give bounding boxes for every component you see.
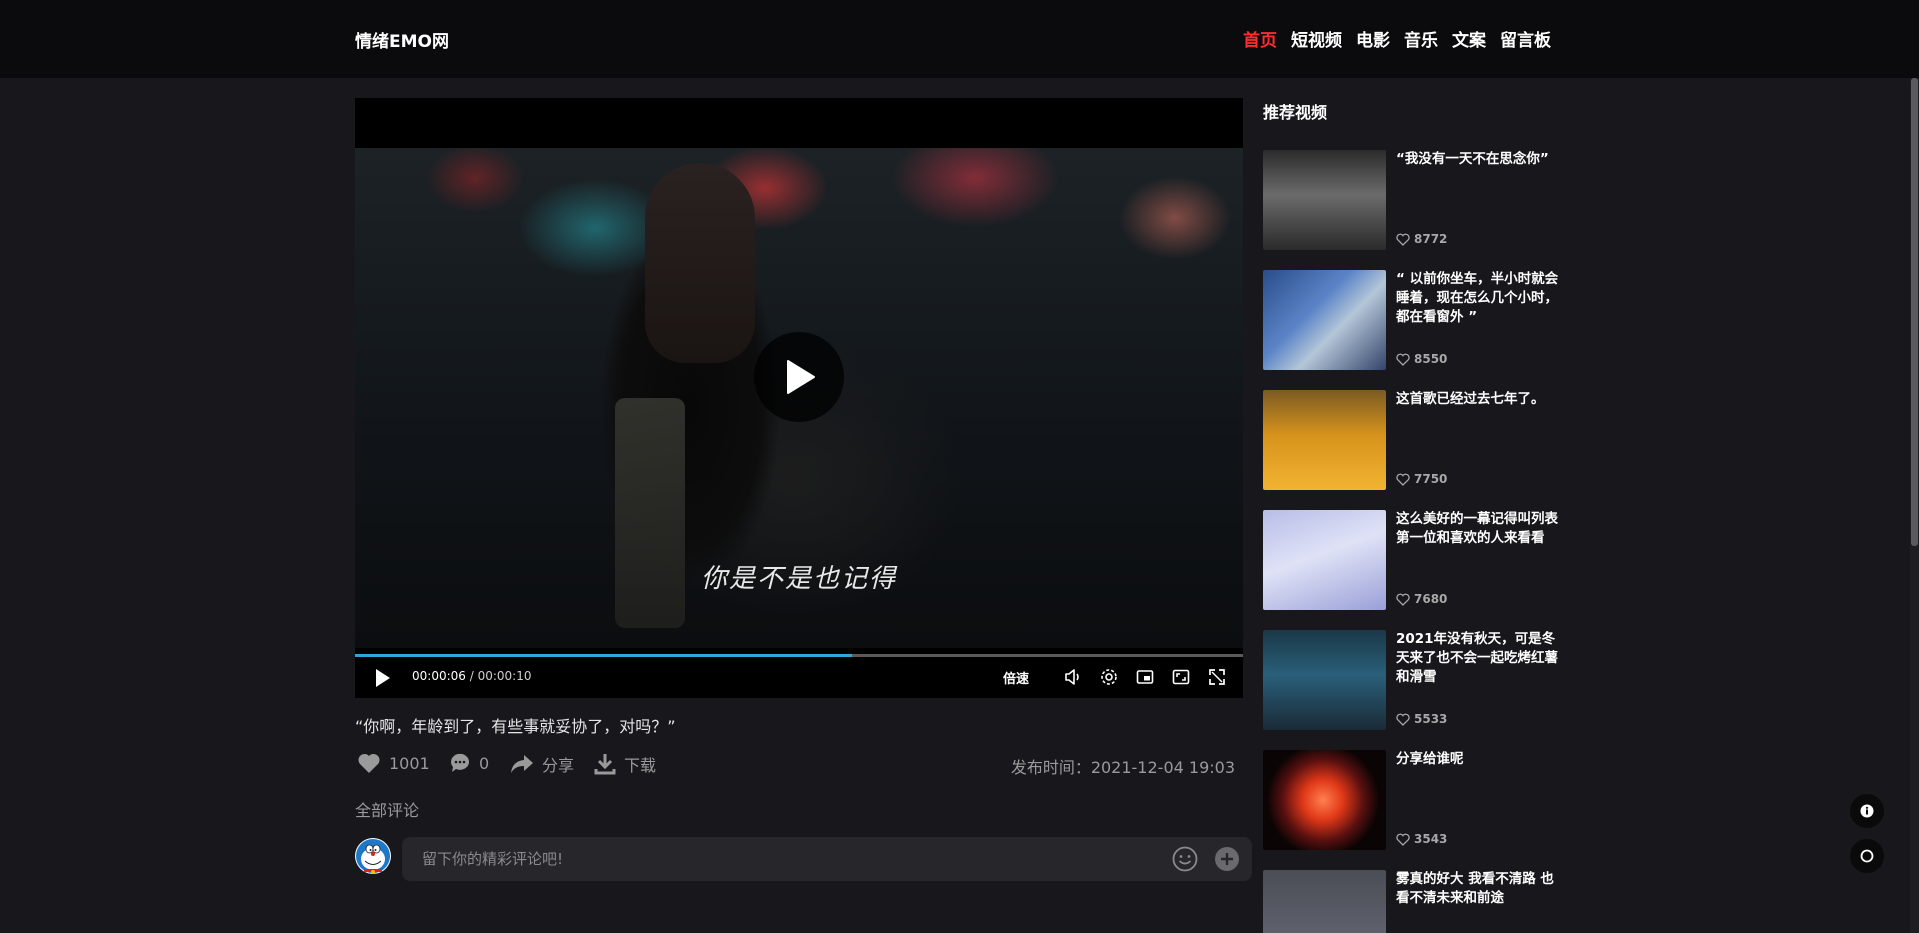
video-thumbnail[interactable] [1263,870,1386,933]
comment-button[interactable]: 0 [449,752,489,774]
nav-message-board[interactable]: 留言板 [1500,26,1551,51]
video-subtitle: 你是不是也记得 [700,564,897,594]
nav-movie[interactable]: 电影 [1356,26,1390,51]
heart-outline-icon [1396,353,1410,366]
nav-short-video[interactable]: 短视频 [1291,26,1342,51]
main-nav: 首页 短视频 电影 音乐 文案 留言板 [1229,26,1551,51]
heart-outline-icon [1396,233,1410,246]
page-scrollbar[interactable] [1910,78,1919,933]
recommended-video-title[interactable]: “我没有一天不在思念你” [1396,150,1561,169]
recommended-video-item[interactable]: “我没有一天不在思念你” 8772 [1263,150,1563,250]
video-thumbnail[interactable] [1263,150,1386,250]
time-separator: / [469,669,478,683]
download-button[interactable]: 下载 [594,752,656,776]
comment-bubble-icon [450,753,469,772]
recommended-video-title[interactable]: 2021年没有秋天，可是冬天来了也不会一起吃烤红薯和滑雪 [1396,630,1561,687]
recommended-video-likes: 5533 [1396,712,1447,726]
recommended-video-likes: 7750 [1396,472,1447,486]
recommended-video-likes: 3543 [1396,832,1447,846]
info-icon [1860,804,1874,818]
like-count: 7680 [1414,592,1448,606]
recommended-video-item[interactable]: 这首歌已经过去七年了。 7750 [1263,390,1563,490]
comment-input[interactable] [422,848,1142,870]
picture-in-picture-icon[interactable] [1135,667,1155,687]
volume-icon[interactable] [1063,667,1083,687]
video-thumbnail[interactable] [1263,270,1386,370]
fullscreen-icon[interactable] [1207,667,1227,687]
comment-input-box [402,837,1252,881]
nav-home[interactable]: 首页 [1243,26,1277,51]
like-count: 5533 [1414,712,1448,726]
recommended-video-title[interactable]: 分享给谁呢 [1396,750,1561,769]
recommended-video-item[interactable]: 分享给谁呢 3543 [1263,750,1563,850]
recommended-video-item[interactable]: 2021年没有秋天，可是冬天来了也不会一起吃烤红薯和滑雪 5533 [1263,630,1563,730]
figure-head [645,163,755,363]
recommended-videos-title: 推荐视频 [1263,103,1328,122]
duration: 00:00:10 [477,669,532,683]
video-player[interactable]: 你是不是也记得 00:00:06 / 00:00:10 倍速 [355,98,1243,698]
emoji-icon[interactable] [1172,846,1198,876]
time-display: 00:00:06 / 00:00:10 [412,669,532,683]
heart-outline-icon [1396,713,1410,726]
recommended-video-item[interactable]: “ 以前你坐车，半小时就会睡着，现在怎么几个小时，都在看窗外 ” 8550 [1263,270,1563,370]
recommended-video-title[interactable]: 这首歌已经过去七年了。 [1396,390,1561,409]
doraemon-avatar-icon [356,839,390,874]
publish-time: 发布时间：2021-12-04 19:03 [1010,758,1235,777]
add-attachment-icon[interactable] [1214,846,1240,876]
download-label: 下载 [624,756,657,775]
video-actions: 1001 0 分享 下载 发布时间：2021-12-04 19:03 [355,752,1235,777]
recommended-video-item[interactable]: 雾真的好大 我看不清路 也看不清未来和前途 [1263,870,1563,933]
theme-toggle-button[interactable] [1850,839,1884,873]
video-title: “你啊，年龄到了，有些事就妥协了，对吗？” [355,717,676,736]
control-play-button[interactable] [375,668,391,692]
video-thumbnail[interactable] [1263,630,1386,730]
play-icon [376,669,390,687]
video-thumbnail[interactable] [1263,510,1386,610]
like-count: 1001 [389,753,430,773]
download-icon [594,754,616,775]
video-thumbnail[interactable] [1263,750,1386,850]
recommended-video-likes: 8550 [1396,352,1447,366]
share-label: 分享 [542,756,575,775]
web-fullscreen-icon[interactable] [1171,667,1191,687]
progress-fill [355,654,853,657]
heart-outline-icon [1396,473,1410,486]
nav-music[interactable]: 音乐 [1404,26,1438,51]
circle-icon [1860,849,1874,863]
recommended-video-title[interactable]: 这么美好的一幕记得叫列表第一位和喜欢的人来看看 [1396,510,1561,548]
top-header: 情绪EMO网 首页 短视频 电影 音乐 文案 留言板 [0,0,1919,78]
heart-outline-icon [1396,833,1410,846]
like-count: 7750 [1414,472,1448,486]
progress-bar[interactable] [355,654,1243,657]
big-play-button[interactable] [754,332,844,422]
recommended-video-title[interactable]: 雾真的好大 我看不清路 也看不清未来和前途 [1396,870,1561,908]
page-scrollbar-thumb[interactable] [1911,78,1918,546]
like-count: 8550 [1414,352,1448,366]
like-count: 8772 [1414,232,1448,246]
play-icon [787,360,815,394]
heart-outline-icon [1396,593,1410,606]
recommended-video-item[interactable]: 这么美好的一幕记得叫列表第一位和喜欢的人来看看 7680 [1263,510,1563,610]
user-avatar[interactable] [355,838,391,874]
speed-button[interactable]: 倍速 [1003,668,1029,687]
nav-copywriting[interactable]: 文案 [1452,26,1486,51]
video-thumbnail[interactable] [1263,390,1386,490]
share-button[interactable]: 分享 [510,752,574,776]
site-logo[interactable]: 情绪EMO网 [355,27,449,52]
recommended-video-likes: 8772 [1396,232,1447,246]
recommended-video-likes: 7680 [1396,592,1447,606]
like-count: 3543 [1414,832,1448,846]
current-time: 00:00:06 [412,669,466,683]
control-right-group: 倍速 [1003,667,1227,687]
player-controls: 00:00:06 / 00:00:10 倍速 [355,658,1243,698]
settings-gear-icon[interactable] [1099,667,1119,687]
heart-icon [358,753,380,773]
like-button[interactable]: 1001 [357,752,430,774]
recommended-video-title[interactable]: “ 以前你坐车，半小时就会睡着，现在怎么几个小时，都在看窗外 ” [1396,270,1561,327]
all-comments-header: 全部评论 [355,801,420,820]
share-icon [511,755,533,773]
info-float-button[interactable] [1850,794,1884,828]
comment-count: 0 [479,753,490,773]
